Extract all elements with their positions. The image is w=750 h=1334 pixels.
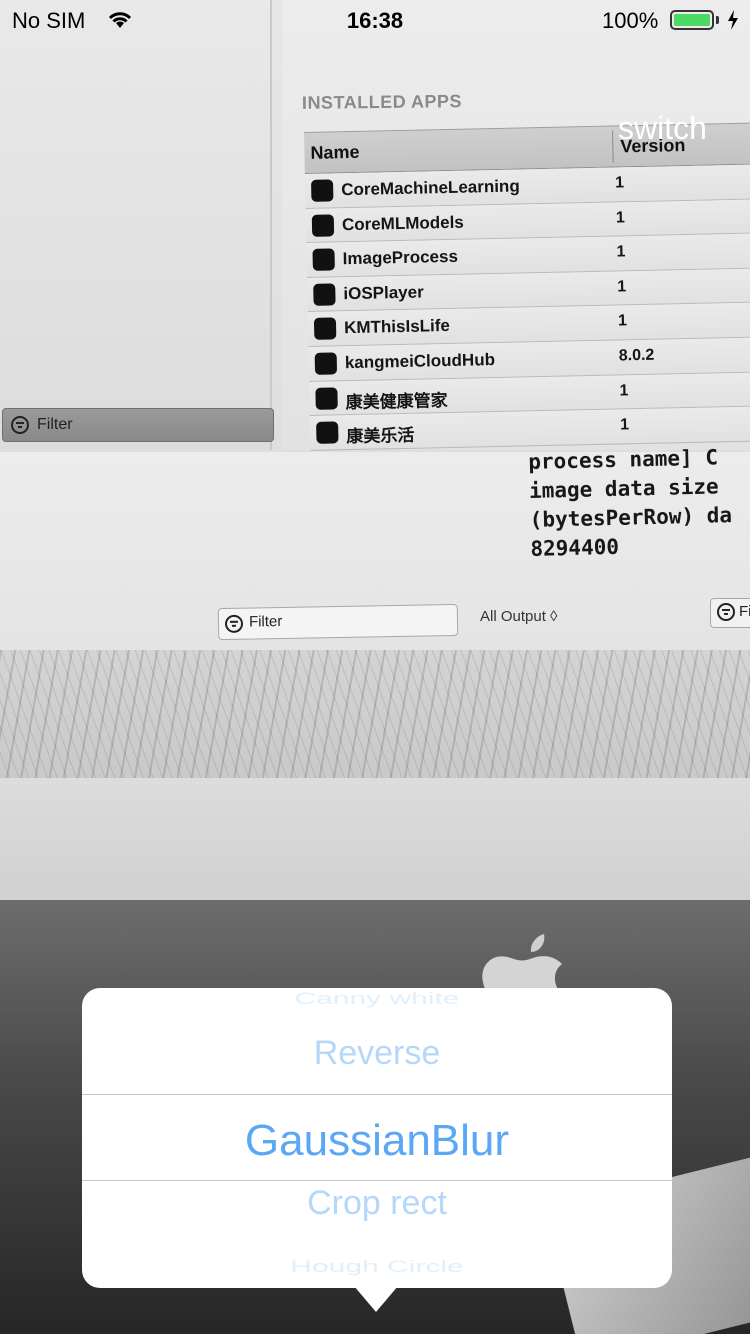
app-icon	[312, 248, 335, 272]
app-version: 8.0.2	[618, 346, 655, 365]
picker-option[interactable]: Hough Circle	[82, 1258, 672, 1277]
filter-picker-popover[interactable]: Canny white Reverse GaussianBlur Crop re…	[82, 988, 672, 1288]
app-version: 1	[620, 416, 630, 434]
desktop-wallpaper	[0, 650, 750, 780]
popover-arrow	[354, 1286, 398, 1312]
app-version: 1	[619, 381, 629, 400]
installed-apps-title: INSTALLED APPS	[301, 91, 463, 113]
filter-icon	[11, 416, 29, 434]
battery-percentage: 100%	[602, 8, 659, 33]
column-divider	[612, 130, 614, 163]
app-version: 1	[616, 243, 626, 261]
picker-option[interactable]: Crop rect	[82, 1184, 672, 1223]
picker-option[interactable]: Canny white	[82, 990, 672, 1009]
app-icon	[316, 421, 339, 444]
screen-left-panel	[0, 0, 272, 450]
filter-field-right: Fi	[710, 598, 750, 628]
app-icon	[311, 213, 335, 237]
app-icon	[313, 283, 336, 306]
app-name: 康美乐活	[346, 425, 415, 447]
app-icon	[315, 386, 338, 410]
app-version: 1	[617, 278, 627, 296]
all-output-selector: All Output ◊	[480, 608, 558, 625]
app-version: 1	[617, 312, 628, 330]
filter-field-middle: Filter	[217, 603, 459, 641]
picker-option-selected[interactable]: GaussianBlur	[82, 1116, 672, 1166]
filter-icon	[224, 614, 244, 633]
app-name: CoreMLModels	[341, 212, 464, 234]
status-bar: No SIM 16:38 100%	[0, 0, 750, 40]
installed-apps-table: Name Version CoreMachineLearning 1 CoreML…	[304, 122, 750, 451]
monitor-bezel	[0, 778, 750, 908]
charging-bolt-icon	[728, 10, 738, 30]
console-line: 8294400	[530, 534, 620, 561]
picker-option[interactable]: Reverse	[82, 1034, 672, 1073]
console-output: process name] Cimage data size (bytesPerR…	[528, 442, 750, 608]
selection-divider-top	[82, 1094, 672, 1095]
app-version: 1	[614, 174, 625, 192]
app-name: CoreMachineLearning	[341, 176, 520, 200]
filter-label: Fi	[739, 603, 750, 620]
app-name: kangmeiCloudHub	[344, 350, 496, 373]
filter-label: Filter	[37, 416, 73, 433]
selection-divider-bottom	[82, 1180, 672, 1181]
app-icon	[313, 317, 337, 341]
app-name: 康美健康管家	[345, 390, 448, 412]
app-version: 1	[615, 208, 625, 227]
filter-field-left: Filter	[2, 408, 274, 442]
battery-tip	[716, 16, 719, 24]
app-icon	[314, 352, 338, 375]
battery-level	[674, 14, 710, 26]
app-icon	[311, 179, 334, 202]
filter-label: Filter	[248, 612, 283, 631]
battery-icon	[670, 10, 714, 30]
app-name: ImageProcess	[342, 246, 459, 269]
filter-icon	[717, 603, 735, 621]
app-name: KMThisIsLife	[343, 316, 451, 338]
console-line: (bytesPerRow) da	[529, 503, 733, 532]
app-name: iOSPlayer	[343, 282, 424, 303]
switch-camera-button[interactable]: switch	[618, 110, 707, 147]
column-name-header: Name	[310, 141, 360, 163]
